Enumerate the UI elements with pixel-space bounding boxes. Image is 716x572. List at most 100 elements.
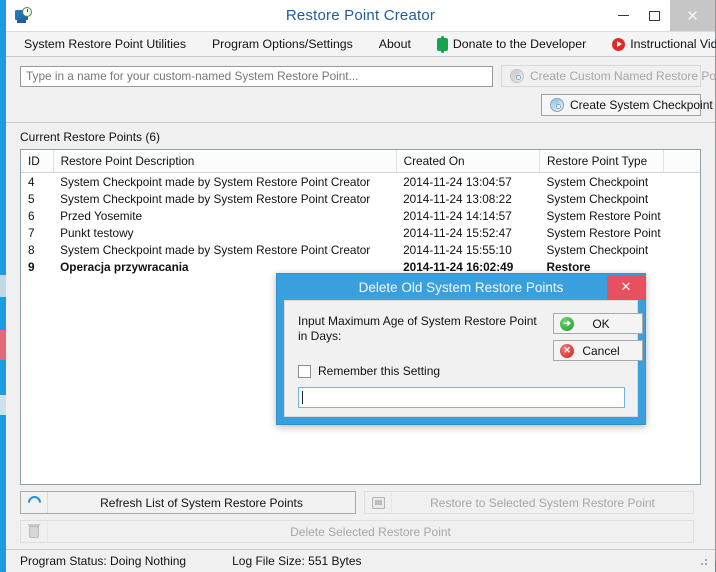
restore-to-selected-button[interactable]: Restore to Selected System Restore Point <box>364 491 694 514</box>
cell-created-on: 2014-11-24 15:55:10 <box>403 242 512 257</box>
table-header-row: ID Restore Point Description Created On … <box>21 150 700 173</box>
cell-restore-point-type: System Checkpoint <box>546 242 649 257</box>
close-button[interactable]: ✕ <box>670 0 715 31</box>
delete-old-restore-points-dialog: Delete Old System Restore Points ✕ Input… <box>276 273 646 425</box>
trash-icon-wrap <box>21 521 48 542</box>
cell-description: Przed Yosemite <box>60 208 143 223</box>
button-label: Refresh List of System Restore Points <box>100 495 303 510</box>
cell-extra <box>664 224 700 241</box>
cell-description: System Checkpoint made by System Restore… <box>60 191 371 206</box>
menu-label: System Restore Point Utilities <box>24 37 186 51</box>
button-label: OK <box>592 316 610 331</box>
max-age-days-input[interactable] <box>298 387 625 408</box>
menu-item-about[interactable]: About <box>379 37 411 51</box>
cell-description: Punkt testowy <box>60 225 134 240</box>
cell-id: 4 <box>28 174 35 189</box>
column-header-restore-point-type[interactable]: Restore Point Type <box>539 150 665 173</box>
cell-id: 6 <box>28 208 35 223</box>
create-system-checkpoint-button[interactable]: Create System Checkpoint <box>541 94 713 116</box>
action-buttons: Refresh List of System Restore Points Re… <box>6 485 715 549</box>
cell-created-on: 2014-11-24 14:14:57 <box>403 208 512 223</box>
program-status-label: Program Status: <box>20 554 107 568</box>
dialog-close-button[interactable]: ✕ <box>607 274 645 300</box>
title-bar: Restore Point Creator ✕ <box>6 0 715 32</box>
cell-restore-point-type: System Checkpoint <box>546 174 649 189</box>
button-label: Cancel <box>582 343 620 358</box>
cell-extra <box>664 258 700 275</box>
create-custom-named-restore-point-button[interactable]: Create Custom Named Restore Point <box>501 65 716 87</box>
table-row[interactable]: 4 System Checkpoint made by System Restor… <box>21 173 700 191</box>
button-label: Create Custom Named Restore Point <box>530 69 716 83</box>
close-x-icon: ✕ <box>560 343 574 358</box>
menu-item-program-options-settings[interactable]: Program Options/Settings <box>212 37 353 51</box>
menu-item-instructional-videos[interactable]: Instructional Videos <box>612 37 716 51</box>
restore-icon-wrap <box>365 492 392 513</box>
cell-description: System Checkpoint made by System Restore… <box>60 174 371 189</box>
custom-restore-point-name-input[interactable] <box>20 65 493 87</box>
button-label: Restore to Selected System Restore Point <box>430 495 655 510</box>
text-caret <box>302 391 303 404</box>
disk-icon <box>510 69 524 83</box>
current-restore-points-label: Current Restore Points (6) <box>20 130 161 144</box>
column-header-extra[interactable] <box>663 150 700 173</box>
youtube-play-icon <box>612 37 626 51</box>
table-row[interactable]: 6 Przed Yosemite 2014-11-24 14:14:57 System… <box>21 207 700 224</box>
maximize-button[interactable] <box>639 0 670 31</box>
money-icon <box>436 35 448 53</box>
dialog-title-bar: Delete Old System Restore Points ✕ <box>277 274 645 300</box>
system-restore-icon <box>14 6 32 25</box>
menu-item-donate-to-the-developer[interactable]: Donate to the Developer <box>436 35 587 53</box>
dialog-title: Delete Old System Restore Points <box>358 279 564 295</box>
minimize-button[interactable] <box>608 0 639 31</box>
cell-created-on: 2014-11-24 15:52:47 <box>403 225 512 240</box>
menu-label: Donate to the Developer <box>452 37 587 51</box>
delete-selected-restore-point-button[interactable]: Delete Selected Restore Point <box>20 520 694 543</box>
cell-extra <box>664 173 700 191</box>
remember-setting-label: Remember this Setting <box>318 364 441 378</box>
program-status-value: Doing Nothing <box>110 554 187 568</box>
restore-icon <box>371 496 385 509</box>
arrow-right-icon: ➜ <box>560 316 574 331</box>
cell-id: 9 <box>28 259 35 274</box>
remember-setting-row[interactable]: Remember this Setting <box>298 364 440 378</box>
cell-id: 8 <box>28 242 35 257</box>
button-label: Create System Checkpoint <box>570 98 713 112</box>
log-file-size-value: 551 Bytes <box>308 554 362 568</box>
trash-icon <box>28 523 40 538</box>
menu-label: Program Options/Settings <box>211 37 353 51</box>
log-file-size-label: Log File Size: <box>232 554 305 568</box>
remember-setting-checkbox[interactable] <box>298 364 311 378</box>
refresh-icon-wrap <box>21 492 48 513</box>
create-restore-point-panel: Create Custom Named Restore Point Create… <box>6 57 716 123</box>
cell-restore-point-type: System Restore Point <box>546 225 661 240</box>
dialog-body: Input Maximum Age of System Restore Poin… <box>284 300 643 417</box>
menu-bar: System Restore Point Utilities Program O… <box>6 32 716 57</box>
menu-item-system-restore-point-utilities[interactable]: System Restore Point Utilities <box>24 37 186 51</box>
table-row[interactable]: 7 Punkt testowy 2014-11-24 15:52:47 System … <box>21 224 700 241</box>
cell-extra <box>664 241 700 258</box>
menu-label: Instructional Videos <box>630 37 716 51</box>
dialog-ok-button[interactable]: ➜ OK <box>553 313 643 334</box>
menu-label: About <box>378 37 411 51</box>
cell-created-on: 2014-11-24 13:08:22 <box>403 191 512 206</box>
column-header-description[interactable]: Restore Point Description <box>53 150 397 173</box>
table-row[interactable]: 8 System Checkpoint made by System Restor… <box>21 241 700 258</box>
cell-extra <box>664 207 700 224</box>
window-controls: ✕ <box>608 0 715 31</box>
refresh-list-button[interactable]: Refresh List of System Restore Points <box>20 491 356 514</box>
cell-extra <box>664 190 700 207</box>
cell-restore-point-type: System Checkpoint <box>546 191 649 206</box>
disk-icon <box>550 98 564 112</box>
cell-created-on: 2014-11-24 13:04:57 <box>403 174 512 189</box>
dialog-cancel-button[interactable]: ✕ Cancel <box>553 340 643 361</box>
cell-description: System Checkpoint made by System Restore… <box>60 242 371 257</box>
dialog-prompt-label: Input Maximum Age of System Restore Poin… <box>298 314 537 343</box>
resize-grip[interactable] <box>697 555 709 567</box>
cell-id: 5 <box>28 191 35 206</box>
table-row[interactable]: 5 System Checkpoint made by System Restor… <box>21 190 700 207</box>
column-header-id[interactable]: ID <box>21 150 54 173</box>
cell-id: 7 <box>28 225 35 240</box>
refresh-icon <box>24 493 44 512</box>
column-header-created-on[interactable]: Created On <box>396 150 541 173</box>
button-label: Delete Selected Restore Point <box>290 524 451 539</box>
